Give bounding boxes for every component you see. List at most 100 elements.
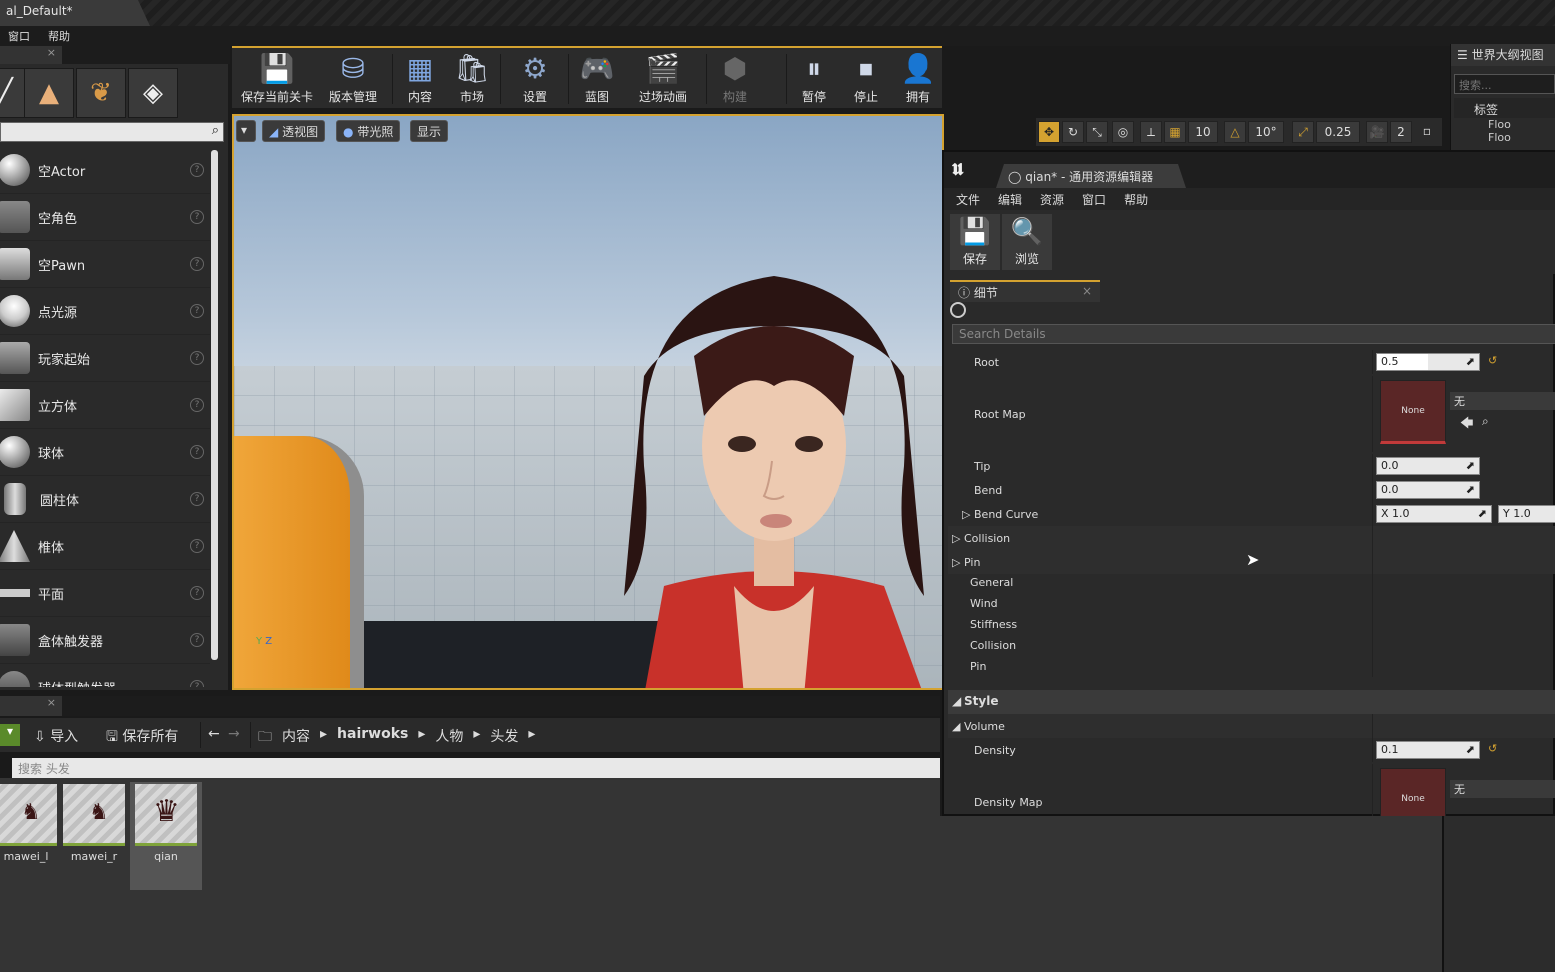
show-button[interactable]: 显示: [410, 120, 449, 142]
foliage-mode-button[interactable]: ❦: [76, 68, 126, 118]
place-list-scrollbar[interactable]: [211, 150, 218, 660]
column-splitter[interactable]: [1372, 572, 1373, 593]
column-splitter[interactable]: [1372, 350, 1373, 374]
chevron-right-icon[interactable]: ▸: [320, 726, 327, 750]
stop-button[interactable]: ⏹ 停止: [842, 50, 890, 108]
help-icon[interactable]: ?: [190, 445, 204, 459]
breadcrumb-item[interactable]: 人物: [435, 726, 463, 750]
asset-tile[interactable]: ♞ mawei_l: [0, 782, 60, 886]
chevron-right-icon[interactable]: ▸: [473, 726, 480, 750]
level-tab[interactable]: al_Default*: [0, 0, 150, 26]
column-splitter[interactable]: [1372, 454, 1373, 478]
column-splitter[interactable]: [1372, 656, 1373, 677]
place-item-box-trigger[interactable]: 盒体触发器?: [0, 617, 210, 664]
help-icon[interactable]: ?: [190, 304, 204, 318]
collapse-triangle-icon[interactable]: ◢: [952, 694, 961, 708]
chevron-right-icon[interactable]: ▸: [528, 726, 535, 750]
use-selected-arrow-icon[interactable]: 🡄: [1460, 414, 1473, 436]
browse-asset-button[interactable]: 🔍 浏览: [1002, 214, 1052, 270]
save-asset-button[interactable]: 💾 保存: [950, 214, 1000, 270]
category-style[interactable]: ◢ Style: [948, 690, 1555, 714]
menu-window[interactable]: 窗口: [8, 28, 30, 44]
asset-picker-icon[interactable]: [950, 302, 966, 318]
details-search-input[interactable]: Search Details: [952, 324, 1555, 344]
help-icon[interactable]: ?: [190, 586, 204, 600]
browse-search-icon[interactable]: ⌕: [1482, 414, 1489, 429]
root-map-asset-picker[interactable]: 无: [1450, 392, 1555, 410]
column-splitter[interactable]: [1372, 550, 1373, 574]
place-item-player-start[interactable]: 玩家起始?: [0, 335, 210, 382]
outliner-row[interactable]: Floo: [1454, 131, 1555, 145]
outliner-tab[interactable]: ☰ 世界大纲视图: [1451, 44, 1555, 66]
geometry-mode-button[interactable]: ◈: [128, 68, 178, 118]
content-browser-tab[interactable]: ×: [0, 696, 62, 716]
place-item-empty-actor[interactable]: 空Actor?: [0, 147, 210, 194]
menu-file[interactable]: 文件: [956, 191, 980, 207]
menu-asset[interactable]: 资源: [1040, 191, 1064, 207]
category-link-general[interactable]: General: [948, 572, 1555, 593]
tip-field[interactable]: 0.0 ⬈: [1376, 457, 1480, 475]
save-level-button[interactable]: 💾 保存当前关卡: [236, 50, 318, 108]
place-item-point-light[interactable]: 点光源?: [0, 288, 210, 335]
density-field[interactable]: 0.1 ⬈: [1376, 741, 1480, 759]
category-link-stiffness[interactable]: Stiffness: [948, 614, 1555, 635]
modes-tab[interactable]: ×: [0, 46, 62, 64]
column-splitter[interactable]: [1372, 738, 1373, 762]
column-splitter[interactable]: [1372, 614, 1373, 635]
help-icon[interactable]: ?: [190, 351, 204, 365]
place-search-input[interactable]: ⌕: [0, 122, 224, 142]
rotation-snap-icon[interactable]: △: [1224, 121, 1246, 143]
scale-snap-icon[interactable]: ⤢: [1292, 121, 1314, 143]
breadcrumb-item[interactable]: hairwoks: [337, 726, 408, 750]
source-control-button[interactable]: ⛁ 版本管理: [320, 50, 386, 108]
editor-tab[interactable]: ◯ qian* - 通用资源编辑器 ×: [996, 164, 1186, 188]
place-item-sphere[interactable]: 球体?: [0, 429, 210, 476]
menu-help[interactable]: 帮助: [1124, 191, 1148, 207]
bend-curve-y-field[interactable]: Y 1.0: [1498, 505, 1555, 523]
menu-edit[interactable]: 编辑: [998, 191, 1022, 207]
help-icon[interactable]: ?: [190, 633, 204, 647]
possess-button[interactable]: 👤 拥有: [894, 50, 942, 108]
grid-snap-value[interactable]: 10: [1188, 121, 1218, 143]
expand-triangle-icon[interactable]: ▷: [952, 556, 960, 569]
expand-triangle-icon[interactable]: ▷: [952, 532, 960, 545]
scale-snap-value[interactable]: 0.25: [1316, 121, 1360, 143]
history-back-button[interactable]: ←: [208, 726, 220, 742]
place-item-plane[interactable]: 平面?: [0, 570, 210, 617]
asset-search-input[interactable]: 搜索 头发: [12, 758, 940, 778]
density-map-asset-picker[interactable]: 无: [1450, 780, 1555, 798]
lit-mode-button[interactable]: ● 带光照: [336, 120, 401, 142]
category-link-pin[interactable]: Pin: [948, 656, 1555, 677]
chevron-right-icon[interactable]: ▸: [418, 726, 425, 750]
reset-to-default-icon[interactable]: ↺: [1488, 354, 1497, 367]
column-splitter[interactable]: [1372, 635, 1373, 656]
maximize-viewport-icon[interactable]: ▫: [1418, 121, 1436, 143]
expand-triangle-icon[interactable]: ▷: [962, 508, 970, 521]
column-splitter[interactable]: [1372, 714, 1373, 738]
category-link-wind[interactable]: Wind: [948, 593, 1555, 614]
help-icon[interactable]: ?: [190, 539, 204, 553]
level-viewport[interactable]: Y Z: [232, 114, 944, 690]
world-space-icon[interactable]: ◎: [1112, 121, 1134, 143]
breadcrumb-item[interactable]: 头发: [490, 726, 518, 750]
scale-tool-icon[interactable]: ⤡: [1086, 121, 1108, 143]
close-icon[interactable]: ×: [1082, 284, 1092, 298]
viewport-options-button[interactable]: ▾: [236, 120, 256, 142]
add-new-button[interactable]: ▾: [0, 724, 20, 746]
place-item-cone[interactable]: 椎体?: [0, 523, 210, 570]
bend-curve-x-field[interactable]: X 1.0 ⬈: [1376, 505, 1492, 523]
column-splitter[interactable]: [1372, 502, 1373, 526]
help-icon[interactable]: ?: [190, 680, 204, 687]
property-row-pin[interactable]: ▷ Pin ➤: [948, 550, 1555, 574]
menu-help[interactable]: 帮助: [48, 28, 70, 44]
column-splitter[interactable]: [1372, 593, 1373, 614]
pause-button[interactable]: ⏸ 暂停: [790, 50, 838, 108]
help-icon[interactable]: ?: [190, 492, 204, 506]
place-item-empty-character[interactable]: 空角色?: [0, 194, 210, 241]
density-map-thumbnail[interactable]: None: [1380, 768, 1446, 816]
column-splitter[interactable]: [1372, 478, 1373, 502]
camera-speed-value[interactable]: 2: [1390, 121, 1412, 143]
column-splitter[interactable]: [1372, 376, 1373, 452]
marketplace-button[interactable]: 🛍 市场: [448, 50, 496, 108]
asset-tile-selected[interactable]: ♛ qian: [130, 782, 202, 890]
